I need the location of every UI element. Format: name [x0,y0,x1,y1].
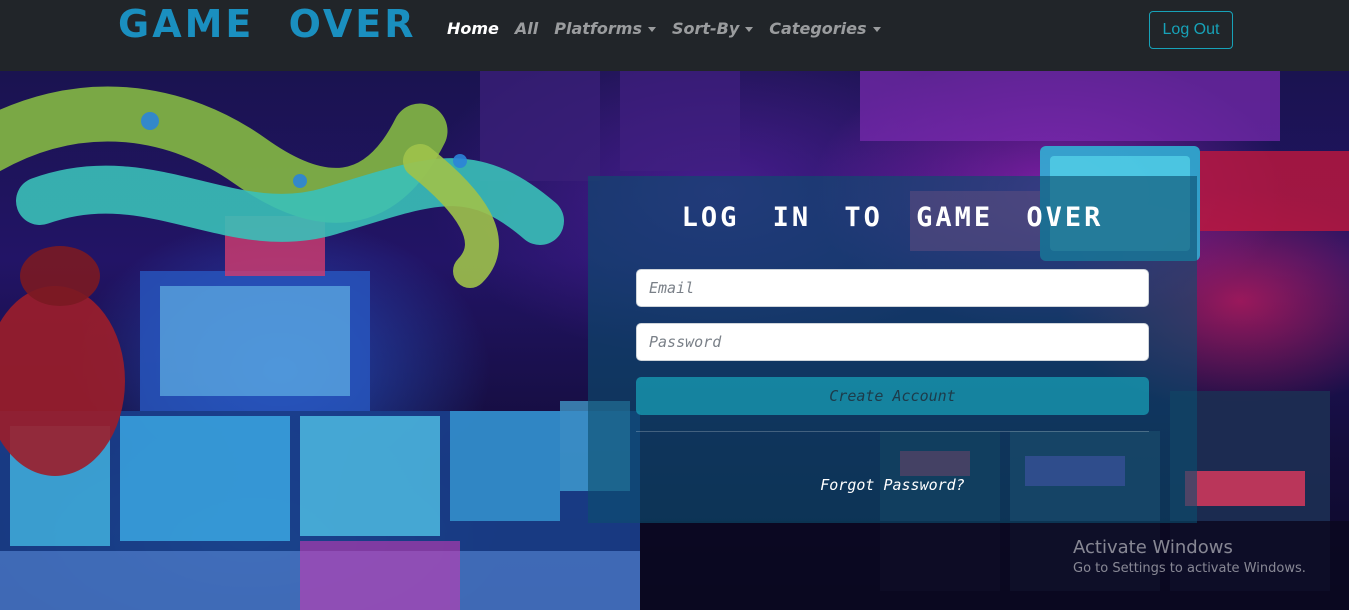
nav-platforms-dropdown[interactable]: Platforms [554,19,656,38]
nav-categories-label: Categories [769,19,867,38]
create-account-button[interactable]: Create Account [636,377,1149,415]
nav-platforms-label: Platforms [554,19,642,38]
nav-sort-by-label: Sort-By [671,19,740,38]
brand-logo[interactable]: GAME OVER [118,2,417,46]
nav-all[interactable]: All [515,19,538,38]
password-field[interactable] [636,323,1149,361]
windows-activation-watermark: Activate Windows Go to Settings to activ… [1073,537,1306,576]
navbar: GAME OVER Home All Platforms Sort-By Cat… [0,0,1349,71]
logout-button[interactable]: Log Out [1149,11,1233,49]
caret-down-icon [647,27,656,32]
caret-down-icon [872,27,881,32]
nav-categories-dropdown[interactable]: Categories [769,19,881,38]
watermark-title: Activate Windows [1073,537,1233,558]
nav-links: Home All Platforms Sort-By Categories [447,19,881,38]
login-panel: LOG IN TO GAME OVER Create Account Forgo… [588,176,1197,523]
watermark-subtitle: Go to Settings to activate Windows. [1073,561,1306,576]
nav-home[interactable]: Home [447,19,499,38]
nav-sort-by-dropdown[interactable]: Sort-By [671,19,754,38]
caret-down-icon [745,27,754,32]
email-field[interactable] [636,269,1149,307]
divider [636,431,1149,432]
login-title: LOG IN TO GAME OVER [681,202,1104,233]
forgot-password-link[interactable]: Forgot Password? [588,476,1197,494]
